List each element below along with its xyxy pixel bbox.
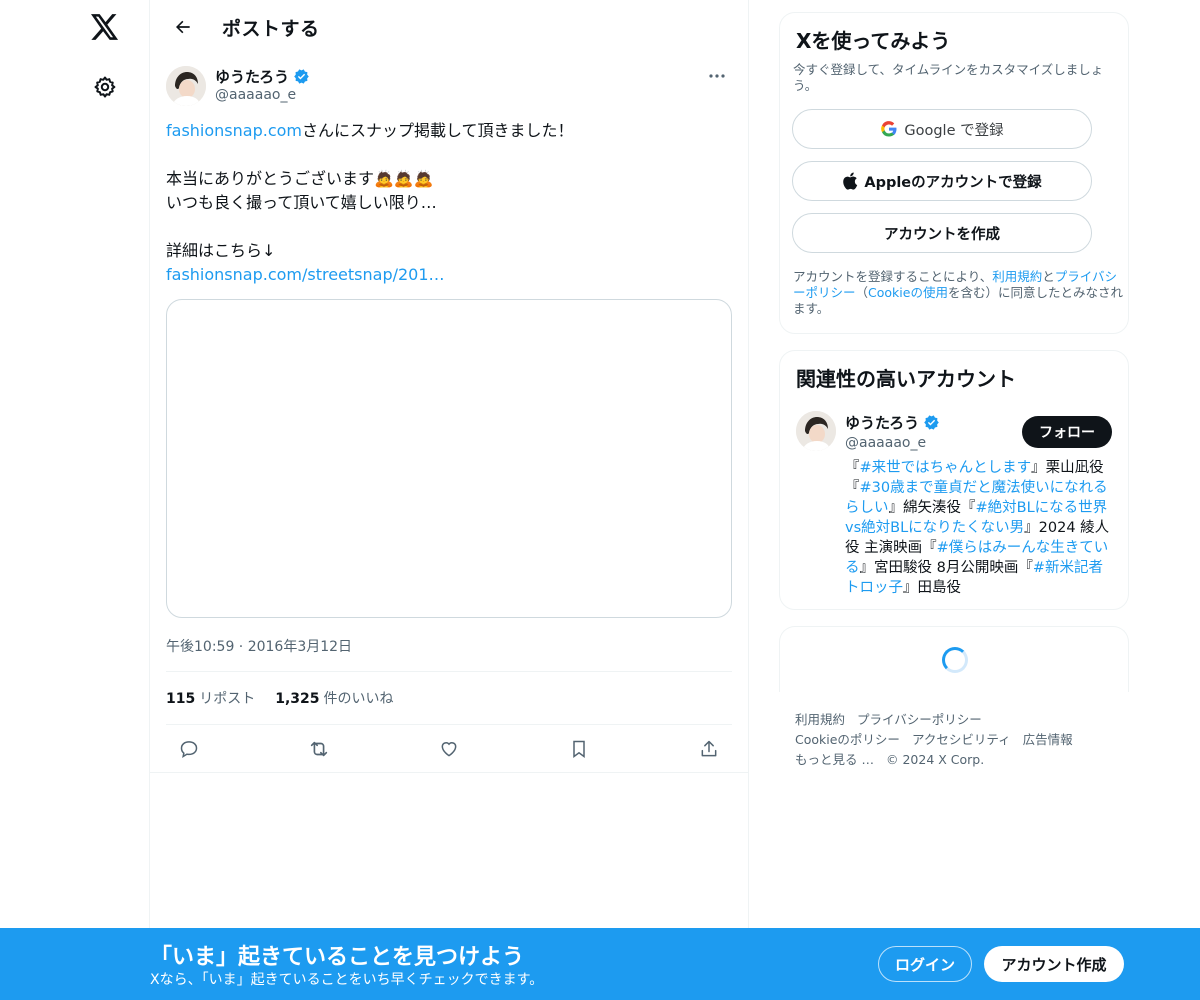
- apple-signup-label: Appleのアカウントで登録: [864, 174, 1042, 191]
- signup-subtitle: 今すぐ登録して、タイムラインをカスタマイズしましょう。: [793, 62, 1104, 93]
- share-icon[interactable]: [692, 732, 726, 766]
- reposts-count: 115: [166, 691, 196, 707]
- repost-icon[interactable]: [302, 732, 336, 766]
- related-title: 関連性の高いアカウント: [796, 367, 1016, 391]
- bottom-bar-subtitle: Xなら、「いま」起きていることをいち早くチェックできます。: [150, 972, 544, 988]
- signup-button[interactable]: アカウント作成: [984, 946, 1124, 982]
- tweet-line-4: 詳細はこちら↓: [166, 241, 276, 260]
- cookie-link[interactable]: Cookieの使用: [868, 285, 948, 300]
- tweet-link-2[interactable]: fashionsnap.com/streetsnap/201…: [166, 265, 445, 284]
- create-account-label: アカウントを作成: [884, 226, 1000, 243]
- bio-text: 『: [845, 460, 860, 476]
- google-icon: [881, 121, 897, 137]
- tweet-line-2: 本当にありがとうございます🙇🙇🙇: [166, 169, 434, 188]
- bookmark-icon[interactable]: [562, 732, 596, 766]
- signup-card: Xを使ってみよう 今すぐ登録して、タイムラインをカスタマイズしましょう。 Goo…: [779, 12, 1129, 334]
- likes-count: 1,325: [275, 691, 320, 707]
- bottom-signup-bar: 「いま」起きていることを見つけよう Xなら、「いま」起きていることをいち早くチェ…: [0, 928, 1200, 1000]
- apple-signup-button[interactable]: Appleのアカウントで登録: [792, 161, 1092, 201]
- avatar[interactable]: [166, 66, 206, 106]
- create-account-button[interactable]: アカウントを作成: [792, 213, 1092, 253]
- reposts-stat[interactable]: 115 リポスト: [166, 688, 255, 708]
- footer-cookie[interactable]: Cookieのポリシー: [795, 732, 900, 747]
- bio-text: 』宮田駿役 8月公開映画『: [859, 560, 1033, 576]
- bio-hashtag-link[interactable]: #来世ではちゃんとします: [860, 460, 1032, 476]
- divider: [150, 772, 748, 773]
- signup-title: Xを使ってみよう: [796, 29, 951, 53]
- author-name[interactable]: ゆうたろう: [215, 66, 310, 87]
- x-logo-icon[interactable]: [88, 10, 122, 44]
- like-icon[interactable]: [432, 732, 466, 766]
- tweet-actions: [166, 726, 732, 772]
- back-arrow-icon[interactable]: [166, 10, 200, 44]
- related-name-text: ゆうたろう: [845, 414, 920, 432]
- gear-icon[interactable]: [88, 70, 122, 104]
- apple-icon: [843, 172, 858, 190]
- terms-text-1: アカウントを登録することにより、: [793, 269, 993, 284]
- footer-ads[interactable]: 広告情報: [1023, 732, 1073, 747]
- avatar[interactable]: [796, 411, 836, 451]
- footer-terms[interactable]: 利用規約: [795, 712, 845, 727]
- tweet-text: fashionsnap.comさんにスナップ掲載して頂きました！ 本当にありがと…: [166, 119, 726, 287]
- engagement-stats: 115 リポスト 1,325 件のいいね: [166, 671, 732, 725]
- author-name-text: ゆうたろう: [215, 68, 290, 86]
- page-title: ポストする: [222, 17, 320, 40]
- main-column: ポストする ゆうたろう @aaaaao_e fashionsnap.comさんに…: [149, 0, 749, 1000]
- tweet-author: ゆうたろう @aaaaao_e: [166, 64, 732, 108]
- bio-text: 』田島役: [903, 580, 961, 596]
- verified-badge-icon: [294, 69, 309, 84]
- likes-stat[interactable]: 1,325 件のいいね: [275, 688, 393, 708]
- verified-badge-icon: [924, 415, 939, 430]
- header: ポストする: [150, 0, 748, 54]
- more-icon[interactable]: [702, 64, 732, 88]
- author-handle[interactable]: @aaaaao_e: [215, 87, 296, 103]
- footer-more[interactable]: もっと見る …: [795, 752, 874, 767]
- tweet-line-3: いつも良く撮って頂いて嬉しい限り…: [166, 193, 437, 212]
- footer-links: 利用規約 プライバシーポリシー Cookieのポリシー アクセシビリティ 広告情報 も…: [795, 710, 1115, 770]
- follow-button[interactable]: フォロー: [1022, 416, 1112, 448]
- timestamp[interactable]: 午後10:59 · 2016年3月12日: [166, 636, 352, 656]
- footer-copyright: © 2024 X Corp.: [885, 752, 985, 767]
- tweet-line-1: さんにスナップ掲載して頂きました！: [301, 121, 574, 140]
- terms-text-3: （: [855, 285, 869, 300]
- trends-loading-card: [779, 626, 1129, 692]
- tweet-link-1[interactable]: fashionsnap.com: [166, 121, 302, 140]
- terms-text-2: と: [1042, 269, 1055, 284]
- bottom-bar-title: 「いま」起きていることを見つけよう: [150, 945, 525, 970]
- footer-accessibility[interactable]: アクセシビリティ: [912, 732, 1011, 747]
- related-name[interactable]: ゆうたろう: [845, 412, 940, 433]
- related-bio: 『#来世ではちゃんとします』栗山凪役 『#30歳まで童貞だと魔法使いになれるらし…: [845, 458, 1113, 598]
- loading-spinner: [942, 647, 968, 673]
- left-nav: [0, 0, 150, 1000]
- login-button[interactable]: ログイン: [878, 946, 972, 982]
- terms-text: アカウントを登録することにより、利用規約とプライバシーポリシー（Cookieの使…: [793, 269, 1123, 317]
- related-accounts-card: 関連性の高いアカウント ゆうたろう @aaaaao_e フォロー 『#来世ではち…: [779, 350, 1129, 610]
- google-signup-label: Google で登録: [904, 122, 1004, 139]
- media-card[interactable]: [166, 299, 732, 618]
- reposts-label: リポスト: [199, 691, 256, 707]
- reply-icon[interactable]: [172, 732, 206, 766]
- related-handle[interactable]: @aaaaao_e: [845, 435, 926, 451]
- likes-label: 件のいいね: [323, 691, 394, 707]
- bio-text: 』綿矢湊役『: [888, 500, 976, 516]
- footer-privacy[interactable]: プライバシーポリシー: [857, 712, 982, 727]
- google-signup-button[interactable]: Google で登録: [792, 109, 1092, 149]
- terms-link[interactable]: 利用規約: [992, 269, 1042, 284]
